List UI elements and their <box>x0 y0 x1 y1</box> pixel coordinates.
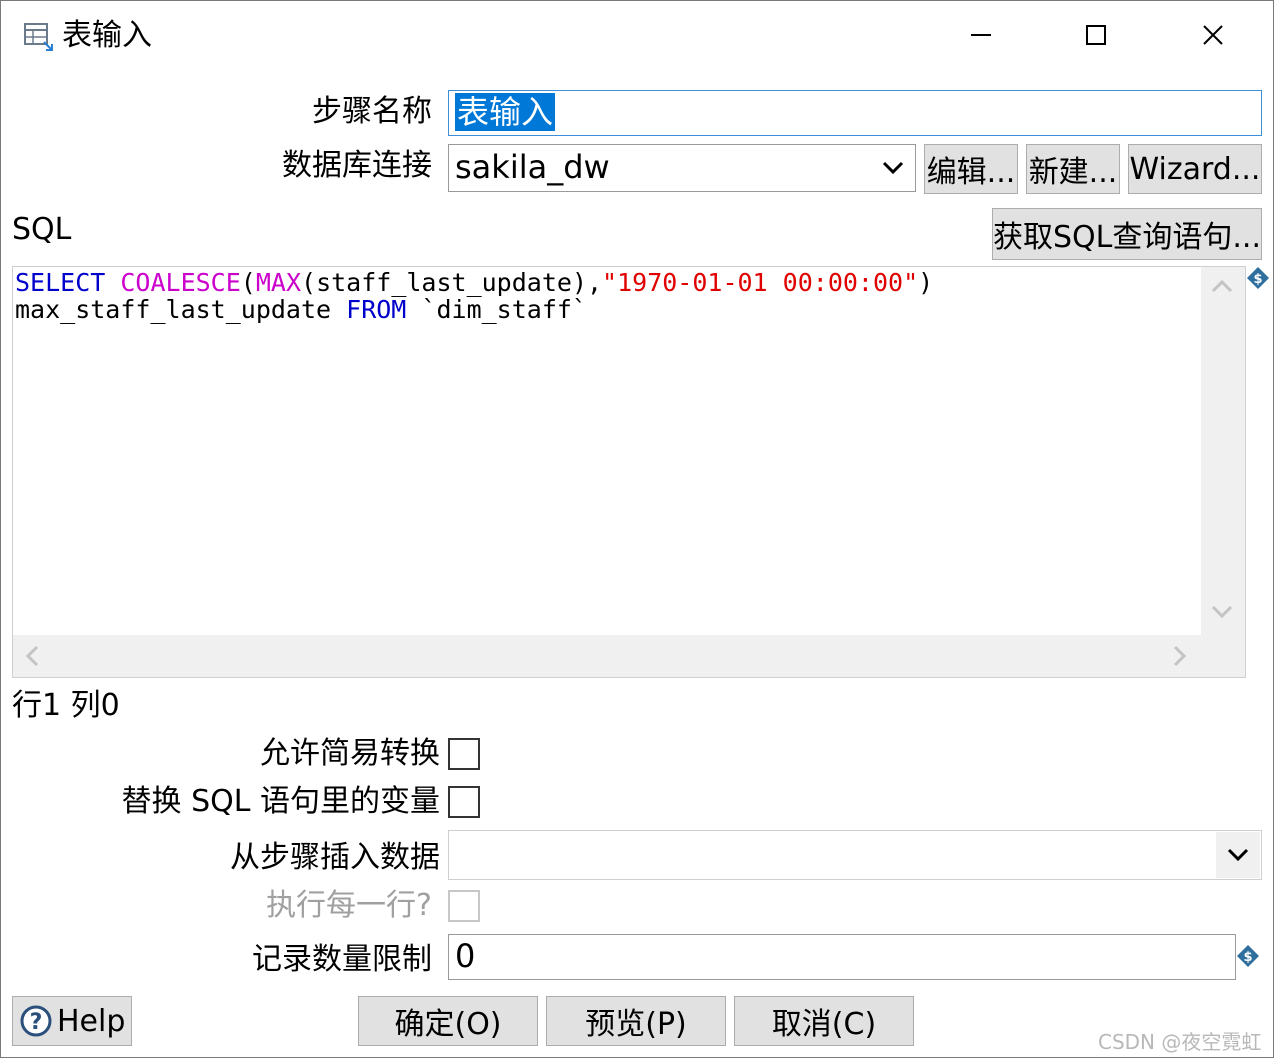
insert-from-step-select[interactable] <box>448 830 1262 880</box>
svg-text:$: $ <box>1243 950 1252 965</box>
step-name-label: 步骤名称 <box>312 94 432 129</box>
limit-value: 0 <box>455 937 476 975</box>
help-button[interactable]: ? Help <box>12 996 132 1046</box>
cursor-position: 行1 列0 <box>12 688 120 723</box>
get-sql-button[interactable]: 获取SQL查询语句... <box>992 208 1262 260</box>
edit-connection-button[interactable]: 编辑... <box>924 144 1018 194</box>
replace-vars-checkbox[interactable] <box>448 786 480 818</box>
scroll-right-icon[interactable] <box>1173 645 1187 667</box>
window-title: 表输入 <box>62 18 152 53</box>
new-connection-button[interactable]: 新建... <box>1026 144 1120 194</box>
sql-line-1: SELECT COALESCE(MAX(staff_last_update),"… <box>15 269 933 296</box>
db-connection-value: sakila_dw <box>455 148 610 186</box>
scroll-down-icon[interactable] <box>1211 605 1233 619</box>
wizard-button[interactable]: Wizard... <box>1128 144 1262 194</box>
step-name-input[interactable]: 表输入 <box>448 90 1262 136</box>
chevron-down-icon[interactable] <box>1216 832 1260 878</box>
svg-text:?: ? <box>30 1010 43 1035</box>
minimize-icon <box>971 34 991 36</box>
db-connection-select[interactable]: sakila_dw <box>448 144 916 192</box>
close-icon <box>1203 25 1223 45</box>
execute-each-row-checkbox <box>448 890 480 922</box>
sql-args: (staff_last_update), <box>301 268 603 297</box>
lazy-conversion-label: 允许简易转换 <box>260 736 440 771</box>
scroll-up-icon[interactable] <box>1211 279 1233 293</box>
preview-button[interactable]: 预览(P) <box>546 996 726 1046</box>
sql-function-coalesce: COALESCE <box>120 268 241 297</box>
close-button[interactable] <box>1188 10 1238 60</box>
execute-each-row-label: 执行每一行? <box>266 888 432 923</box>
variable-icon[interactable]: $ <box>1236 944 1260 972</box>
help-icon: ? <box>20 1005 52 1037</box>
sql-line-2: max_staff_last_update FROM `dim_staff` <box>15 296 587 323</box>
step-name-value: 表输入 <box>455 93 556 131</box>
sql-keyword-select: SELECT <box>15 268 106 297</box>
sql-table: `dim_staff` <box>406 295 587 324</box>
horizontal-scrollbar[interactable] <box>13 635 1245 677</box>
sql-paren-open: ( <box>240 268 256 297</box>
sql-string-literal: "1970-01-01 00:00:00" <box>602 268 919 297</box>
sql-editor[interactable]: SELECT COALESCE(MAX(staff_last_update),"… <box>12 266 1246 678</box>
maximize-button[interactable] <box>1071 10 1121 60</box>
chevron-down-icon[interactable] <box>872 146 914 190</box>
table-input-icon <box>22 20 56 54</box>
sql-function-max: MAX <box>255 268 302 297</box>
help-label: Help <box>57 1003 126 1039</box>
vertical-scrollbar[interactable] <box>1201 267 1245 635</box>
minimize-button[interactable] <box>956 10 1006 60</box>
sql-alias: max_staff_last_update <box>15 295 347 324</box>
watermark: CSDN @夜空霓虹 <box>1098 1030 1262 1054</box>
ok-button[interactable]: 确定(O) <box>358 996 538 1046</box>
lazy-conversion-checkbox[interactable] <box>448 738 480 770</box>
replace-vars-label: 替换 SQL 语句里的变量 <box>121 784 440 819</box>
svg-text:$: $ <box>1253 272 1262 287</box>
sql-paren-close: ) <box>918 268 934 297</box>
limit-label: 记录数量限制 <box>252 942 432 977</box>
sql-label: SQL <box>12 212 72 247</box>
sql-keyword-from: FROM <box>346 295 407 324</box>
db-connection-label: 数据库连接 <box>282 148 432 183</box>
maximize-icon <box>1086 25 1106 45</box>
insert-from-step-label: 从步骤插入数据 <box>230 840 440 875</box>
cancel-button[interactable]: 取消(C) <box>734 996 914 1046</box>
limit-input[interactable]: 0 <box>448 934 1236 980</box>
scroll-left-icon[interactable] <box>25 645 39 667</box>
variable-icon[interactable]: $ <box>1246 266 1270 294</box>
